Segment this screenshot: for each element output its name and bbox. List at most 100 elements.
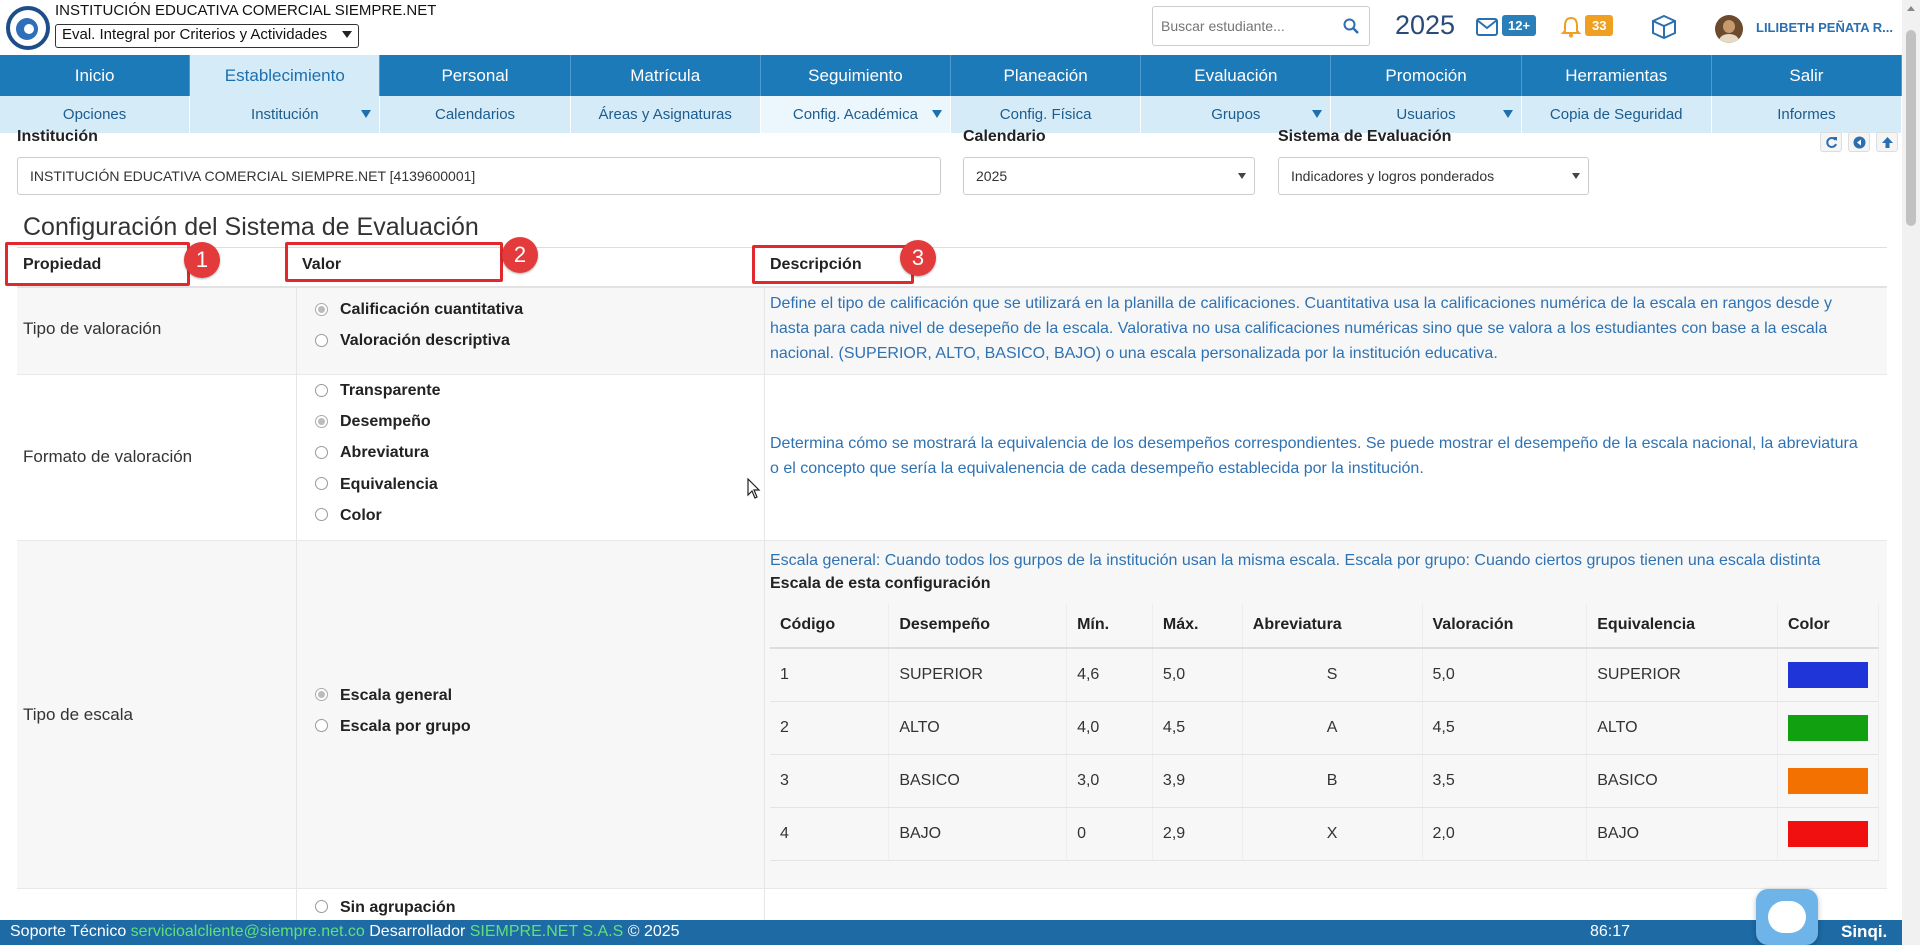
subnav-informes[interactable]: Informes [1712, 96, 1903, 133]
cell-max: 5,0 [1152, 648, 1243, 702]
mail-icon[interactable] [1476, 18, 1498, 36]
column-header: Mín. [1066, 603, 1153, 649]
chevron-down-icon [342, 31, 352, 38]
radio-label[interactable]: Transparente [340, 382, 440, 400]
sub-nav: Opciones Institución Calendarios Áreas y… [0, 96, 1903, 133]
cell-codigo: 2 [770, 701, 890, 755]
search-icon[interactable] [1343, 18, 1359, 34]
subnav-institucion[interactable]: Institución [190, 96, 381, 133]
column-header: Código [770, 603, 890, 649]
radio-label[interactable]: Desempeño [340, 413, 431, 431]
back-button[interactable] [1848, 132, 1870, 152]
cell-valoracion: 5,0 [1422, 648, 1588, 702]
main-nav: Inicio Establecimiento Personal Matrícul… [0, 55, 1903, 96]
radio-label[interactable]: Calificación cuantitativa [340, 301, 523, 319]
property-tipo-escala: Tipo de escala [23, 705, 133, 724]
table-row: 2 ALTO 4,0 4,5 A 4,5 ALTO [770, 701, 1880, 755]
subnav-config-academica[interactable]: Config. Académica [760, 96, 952, 133]
search-input[interactable] [1153, 7, 1333, 45]
highlight-box-3 [752, 245, 914, 284]
description-tipo-valoracion: Define el tipo de calificación que se ut… [770, 295, 1832, 362]
cell-codigo: 4 [770, 807, 890, 861]
institution-label: Institución [17, 128, 98, 145]
cube-icon[interactable] [1651, 14, 1677, 40]
radio-equivalencia[interactable] [315, 477, 328, 490]
caret-down-icon[interactable] [1312, 110, 1323, 118]
nav-promocion[interactable]: Promoción [1331, 55, 1522, 96]
nav-inicio[interactable]: Inicio [0, 55, 191, 96]
radio-label[interactable]: Equivalencia [340, 476, 438, 494]
cell-color [1777, 701, 1880, 755]
footer-credits: Soporte Técnico servicioalcliente@siempr… [10, 923, 680, 941]
cell-abreviatura: X [1242, 807, 1423, 861]
messages-badge[interactable]: 12+ [1502, 15, 1537, 36]
nav-evaluacion[interactable]: Evaluación [1141, 55, 1332, 96]
radio-escala-por-grupo[interactable] [315, 719, 328, 732]
radio-desempeno[interactable] [315, 415, 328, 428]
radio-label[interactable]: Color [340, 507, 382, 525]
bell-icon[interactable] [1561, 16, 1581, 38]
radio-label[interactable]: Escala por grupo [340, 718, 471, 736]
cell-abreviatura: A [1242, 701, 1423, 755]
cell-min: 0 [1066, 807, 1153, 861]
scroll-top-button[interactable] [1876, 132, 1898, 152]
nav-matricula[interactable]: Matrícula [571, 55, 761, 96]
institution-logo[interactable] [6, 6, 50, 50]
subnav-copia-seguridad[interactable]: Copia de Seguridad [1522, 96, 1712, 133]
scrollbar[interactable] [1902, 0, 1920, 945]
refresh-button[interactable] [1820, 132, 1842, 152]
chat-button[interactable] [1756, 889, 1818, 945]
notifications-badge[interactable]: 33 [1585, 15, 1614, 36]
step-badge-1: 1 [184, 242, 220, 278]
cell-valoracion: 2,0 [1422, 807, 1588, 861]
chevron-down-icon [1572, 173, 1580, 179]
cell-min: 4,6 [1066, 648, 1153, 702]
caret-down-icon[interactable] [361, 110, 372, 118]
profile-select[interactable]: Eval. Integral por Criterios y Actividad… [55, 24, 359, 48]
institution-select[interactable]: INSTITUCIÓN EDUCATIVA COMERCIAL SIEMPRE.… [17, 157, 941, 195]
evaluation-system-select[interactable]: Indicadores y logros ponderados [1278, 157, 1589, 195]
highlight-box-2 [285, 242, 503, 282]
radio-escala-general[interactable] [315, 688, 328, 701]
avatar[interactable] [1715, 15, 1743, 43]
radio-color[interactable] [315, 508, 328, 521]
arrow-up-icon [1882, 137, 1893, 148]
radio-abreviatura[interactable] [315, 446, 328, 459]
scrollbar-thumb[interactable] [1906, 30, 1916, 226]
column-header: Valoración [1422, 603, 1588, 649]
radio-label[interactable]: Abreviatura [340, 444, 429, 462]
nav-personal[interactable]: Personal [380, 55, 571, 96]
nav-establecimiento[interactable]: Establecimiento [190, 55, 381, 96]
support-email-link[interactable]: servicioalcliente@siempre.net.co [131, 923, 365, 940]
subnav-calendarios[interactable]: Calendarios [380, 96, 571, 133]
nav-salir[interactable]: Salir [1712, 55, 1903, 96]
search-box[interactable] [1152, 6, 1370, 46]
developer-link[interactable]: SIEMPRE.NET S.A.S [470, 923, 624, 940]
radio-label[interactable]: Escala general [340, 687, 452, 705]
caret-down-icon[interactable] [1502, 110, 1513, 118]
radio-sin-agrupacion[interactable] [315, 900, 328, 913]
cell-codigo: 3 [770, 754, 890, 808]
step-badge-3: 3 [900, 240, 936, 276]
nav-herramientas[interactable]: Herramientas [1522, 55, 1712, 96]
subnav-areas-asignaturas[interactable]: Áreas y Asignaturas [571, 96, 761, 133]
scroll-up-arrow-icon[interactable] [1907, 6, 1915, 11]
calendar-select[interactable]: 2025 [963, 157, 1255, 195]
caret-down-icon[interactable] [932, 110, 943, 118]
nav-planeacion[interactable]: Planeación [951, 55, 1142, 96]
radio-label[interactable]: Sin agrupación [340, 899, 456, 917]
user-name[interactable]: LILIBETH PEÑATA R... [1756, 20, 1893, 35]
radio-calificacion-cuantitativa[interactable] [315, 303, 328, 316]
column-header: Equivalencia [1586, 603, 1778, 649]
cell-codigo: 1 [770, 648, 890, 702]
highlight-box-1 [5, 242, 190, 286]
radio-label[interactable]: Valoración descriptiva [340, 332, 510, 350]
cell-color [1777, 807, 1880, 861]
cell-min: 3,0 [1066, 754, 1153, 808]
subnav-label: Copia de Seguridad [1549, 106, 1683, 123]
nav-seguimiento[interactable]: Seguimiento [761, 55, 952, 96]
radio-transparente[interactable] [315, 384, 328, 397]
institution-select-value: INSTITUCIÓN EDUCATIVA COMERCIAL SIEMPRE.… [30, 168, 476, 184]
cell-equivalencia: SUPERIOR [1586, 648, 1778, 702]
radio-valoracion-descriptiva[interactable] [315, 334, 328, 347]
